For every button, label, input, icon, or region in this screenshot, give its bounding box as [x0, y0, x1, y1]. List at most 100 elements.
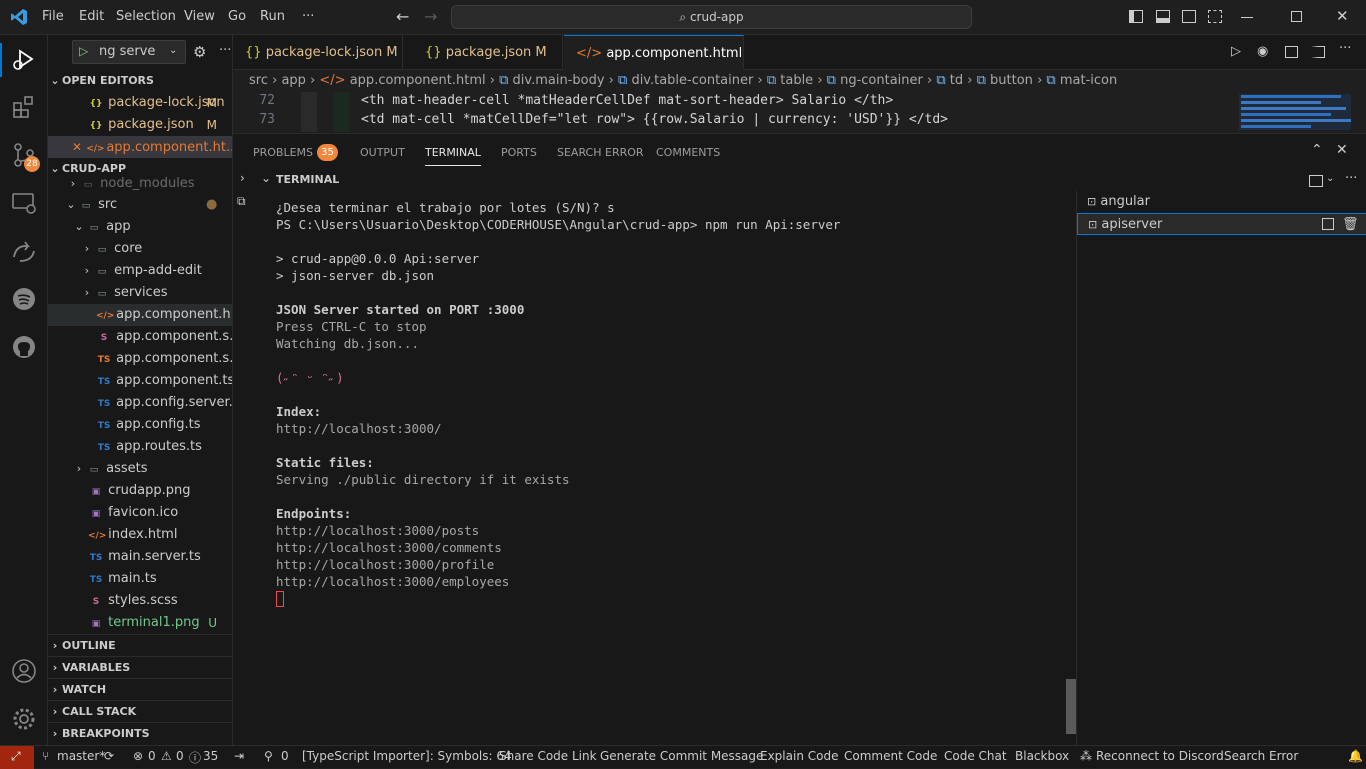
comment-code[interactable]: Comment Code: [844, 749, 937, 763]
callstack-header[interactable]: › CALL STACK: [48, 700, 232, 722]
breadcrumb-item[interactable]: button: [990, 73, 1033, 88]
tree-file[interactable]: TS app.routes.ts: [48, 436, 232, 458]
settings-gear-icon[interactable]: [10, 705, 38, 733]
tree-file[interactable]: TS main.server.ts: [48, 546, 232, 568]
open-editor-item-active[interactable]: ✕ </> app.component.ht...: [48, 136, 232, 158]
close-panel-icon[interactable]: ✕: [1336, 142, 1348, 158]
toggle-secondary-sidebar-icon[interactable]: [1182, 10, 1196, 23]
tree-file[interactable]: TS app.component.s...: [48, 348, 232, 370]
sync-icon[interactable]: ⟳: [104, 749, 114, 763]
trash-icon[interactable]: 🗑: [1342, 214, 1359, 236]
terminal-instance-angular[interactable]: ⊡ angular: [1077, 191, 1366, 213]
tab-package-json[interactable]: {} package.json M: [413, 35, 563, 70]
debug-config-select[interactable]: ▷ ng serve ⌄: [72, 40, 186, 64]
breadcrumb-item[interactable]: div.main-body: [513, 73, 605, 88]
menu-run[interactable]: Run: [260, 9, 285, 24]
breadcrumb-item[interactable]: app.component.html: [350, 73, 486, 88]
menu-edit[interactable]: Edit: [79, 9, 104, 24]
breadcrumb-item[interactable]: table: [780, 73, 813, 88]
maximize-panel-icon[interactable]: ⌃: [1311, 142, 1323, 158]
tree-file[interactable]: S app.component.s...: [48, 326, 232, 348]
preview-eye-icon[interactable]: ◉: [1257, 44, 1268, 59]
terminal-scrollbar[interactable]: [1066, 679, 1076, 734]
git-branch[interactable]: master*: [57, 749, 105, 763]
menu-more[interactable]: ···: [302, 9, 314, 24]
remote-explorer-icon[interactable]: [10, 189, 38, 217]
breadcrumb-item[interactable]: ng-container: [840, 73, 923, 88]
customize-layout-icon[interactable]: [1208, 10, 1222, 23]
github-icon[interactable]: [10, 333, 38, 361]
tree-file[interactable]: TS main.ts: [48, 568, 232, 590]
warning-count[interactable]: 0: [176, 749, 184, 763]
open-editor-item[interactable]: {} package.json M: [48, 114, 232, 136]
reconnect-discord[interactable]: Reconnect to Discord: [1096, 749, 1224, 763]
breadcrumb-item[interactable]: div.table-container: [631, 73, 753, 88]
split-terminal-icon[interactable]: [1322, 218, 1334, 230]
notifications-bell-icon[interactable]: 🔔: [1348, 749, 1363, 763]
close-editor-icon[interactable]: ✕: [72, 140, 82, 154]
back-arrow-icon[interactable]: ←: [396, 7, 409, 26]
tree-file[interactable]: ▣ favicon.ico: [48, 502, 232, 524]
account-icon[interactable]: [10, 657, 38, 685]
toggle-primary-sidebar-icon[interactable]: [1129, 10, 1143, 23]
menu-go[interactable]: Go: [228, 9, 246, 24]
terminal-side-icon[interactable]: ⧉: [237, 194, 246, 209]
open-editor-item[interactable]: {} package-lock.json M: [48, 92, 232, 114]
terminal-instance-apiserver[interactable]: ⊡ apiserver 🗑: [1077, 213, 1366, 235]
minimap[interactable]: [1239, 94, 1351, 130]
tab-output[interactable]: OUTPUT: [360, 146, 405, 159]
tree-folder[interactable]: › ▭ node_modules: [48, 176, 232, 192]
tab-ports[interactable]: PORTS: [501, 146, 537, 159]
open-editors-header[interactable]: ⌄ OPEN EDITORS: [48, 70, 232, 92]
tab-problems[interactable]: PROBLEMS: [253, 146, 313, 159]
live-share-icon[interactable]: [10, 237, 38, 265]
tree-file[interactable]: TS app.config.ts: [48, 414, 232, 436]
tree-folder[interactable]: ⌄ ▭ src ●: [48, 194, 232, 216]
info-count[interactable]: 35: [203, 749, 218, 763]
tree-file[interactable]: ▣ terminal1.png U: [48, 612, 232, 634]
restore-icon[interactable]: [1291, 11, 1302, 22]
run-icon[interactable]: ▷: [1231, 44, 1241, 59]
variables-header[interactable]: › VARIABLES: [48, 656, 232, 678]
search-error[interactable]: Search Error: [1224, 749, 1298, 763]
tree-file[interactable]: </> index.html: [48, 524, 232, 546]
breadcrumb-item[interactable]: src: [249, 73, 268, 88]
split-editor-icon[interactable]: [1311, 46, 1325, 58]
tree-file[interactable]: TS app.config.server.ts: [48, 392, 232, 414]
tree-folder[interactable]: › ▭ core: [48, 238, 232, 260]
tab-package-lock[interactable]: {} package-lock.json M: [233, 35, 403, 70]
ts-importer-status[interactable]: [TypeScript Importer]: Symbols: 64: [302, 749, 512, 763]
breakpoints-header[interactable]: › BREAKPOINTS: [48, 722, 232, 744]
share-code-link[interactable]: Share Code Link: [499, 749, 597, 763]
command-center-search[interactable]: ⌕ crud-app: [451, 5, 972, 29]
tree-folder[interactable]: › ▭ services: [48, 282, 232, 304]
tab-search-error[interactable]: SEARCH ERROR: [557, 146, 644, 159]
breadcrumb-item[interactable]: app: [281, 73, 305, 88]
more-actions-icon[interactable]: ···: [219, 43, 231, 58]
tree-file[interactable]: S styles.scss: [48, 590, 232, 612]
tree-file[interactable]: ▣ crudapp.png: [48, 480, 232, 502]
debug-settings-gear-icon[interactable]: ⚙: [193, 43, 206, 61]
code-editor[interactable]: 72 <th mat-header-cell *matHeaderCellDef …: [233, 92, 1366, 132]
code-chat[interactable]: Code Chat: [944, 749, 1007, 763]
generate-commit-message[interactable]: Generate Commit Message: [600, 749, 763, 763]
tree-folder[interactable]: ⌄ ▭ app: [48, 216, 232, 238]
ports-count[interactable]: 0: [281, 749, 289, 763]
tree-file-selected[interactable]: </> app.component.h...: [48, 304, 232, 326]
explain-code[interactable]: Explain Code: [760, 749, 838, 763]
toggle-panel-icon[interactable]: [1156, 10, 1170, 23]
chevron-down-icon[interactable]: ⌄: [261, 171, 271, 185]
minimize-icon[interactable]: [1241, 17, 1253, 18]
run-debug-icon[interactable]: [10, 45, 38, 73]
tree-file[interactable]: TS app.component.ts: [48, 370, 232, 392]
close-window-icon[interactable]: ✕: [1336, 7, 1349, 25]
tab-terminal[interactable]: TERMINAL: [425, 146, 481, 166]
breadcrumb-item[interactable]: td: [950, 73, 963, 88]
extensions-icon[interactable]: [10, 93, 38, 121]
tree-folder[interactable]: › ▭ emp-add-edit: [48, 260, 232, 282]
tab-app-component-html[interactable]: </> app.component.html ✕: [564, 35, 744, 95]
tree-folder[interactable]: › ▭ assets: [48, 458, 232, 480]
forward-arrow-icon[interactable]: →: [424, 7, 437, 26]
open-preview-icon[interactable]: [1285, 46, 1298, 58]
chevron-right-icon[interactable]: ›: [240, 171, 245, 185]
